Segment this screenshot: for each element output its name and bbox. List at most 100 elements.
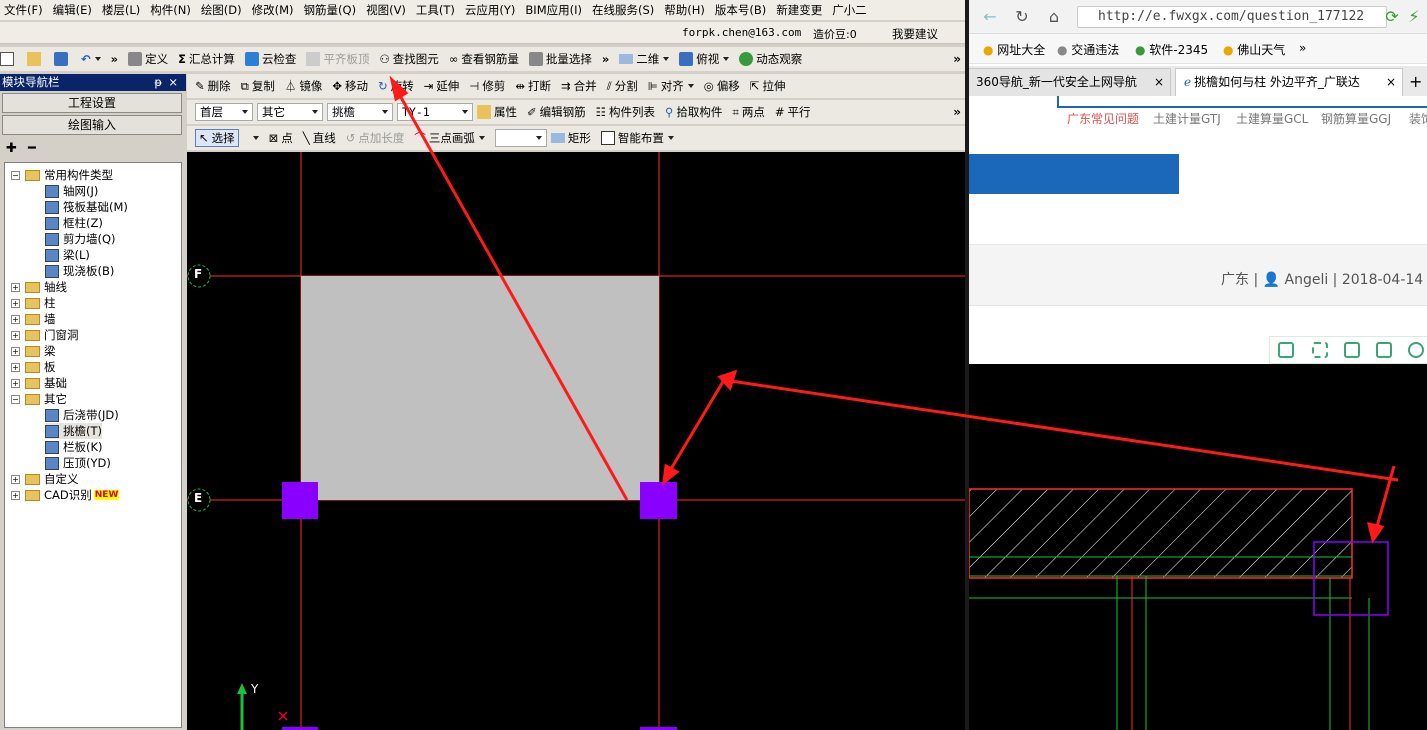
menu-item-9[interactable]: 云应用(Y) [465, 2, 516, 18]
rotate-button[interactable]: ↻ 旋转 [378, 78, 414, 94]
category-select[interactable]: 其它 [257, 103, 323, 121]
tree-item-other-1[interactable]: 挑檐(T) [45, 423, 102, 439]
home-icon[interactable]: ⌂ [1045, 8, 1063, 26]
tree-group-other[interactable]: − 其它 [11, 391, 67, 407]
toolbar3-overflow[interactable]: » [953, 105, 965, 119]
save-image-icon[interactable] [1344, 342, 1360, 358]
menu-item-7[interactable]: 视图(V) [366, 2, 406, 18]
new-file-button[interactable] [0, 52, 17, 66]
tree-item-common-1[interactable]: 筏板基础(M) [45, 199, 128, 215]
merge-button[interactable]: ⇉ 合并 [561, 78, 597, 94]
lightning-icon[interactable]: ⚡ [1405, 8, 1423, 26]
tree-group-custom[interactable]: + 自定义 [11, 471, 79, 487]
two-point-button[interactable]: ⌗ 两点 [732, 104, 764, 120]
tree-group-cad[interactable]: + CAD识别 NEW [11, 487, 120, 503]
arc3-tool-dropdown[interactable]: ⌒ 三点画弧 [414, 130, 485, 146]
back-icon[interactable]: ← [981, 8, 999, 26]
arc-option-select[interactable] [494, 129, 547, 147]
expand-toggle-icon[interactable]: − [11, 170, 20, 180]
suggest-link[interactable]: 我要建议 [892, 26, 938, 42]
undo-button[interactable]: ↶ [81, 52, 101, 66]
floor-select[interactable]: 首层 [195, 103, 253, 121]
expand-toggle-icon[interactable]: + [11, 490, 20, 500]
tree-group-6[interactable]: + 基础 [11, 375, 67, 391]
tree-item-common-3[interactable]: 剪力墙(Q) [45, 231, 116, 247]
define-button[interactable]: 定义 [128, 51, 168, 67]
stretch-button[interactable]: ⇱ 拉伸 [750, 78, 786, 94]
close-icon[interactable]: × [168, 74, 178, 91]
tree-group-0[interactable]: + 轴线 [11, 279, 67, 295]
expand-toggle-icon[interactable]: + [11, 314, 20, 324]
delete-button[interactable]: ✎ 删除 [187, 78, 231, 94]
menu-item-12[interactable]: 帮助(H) [664, 2, 705, 18]
project-settings-button[interactable]: 工程设置 [2, 93, 182, 113]
view-mode-dropdown[interactable]: 二维 [619, 51, 670, 67]
favorite-link-3[interactable]: ● 佛山天气 [1223, 41, 1285, 58]
fullscreen-icon[interactable] [1312, 342, 1328, 358]
menu-item-0[interactable]: 文件(F) [4, 2, 43, 18]
expand-toggle-icon[interactable]: − [11, 394, 20, 404]
favorite-link-1[interactable]: ● 交通违法 [1057, 41, 1119, 58]
tree-item-common-5[interactable]: 现浇板(B) [45, 263, 114, 279]
address-bar[interactable]: http://e.fwxgx.com/question_177122 [1077, 6, 1387, 28]
view-rebar-button[interactable]: ∞ 查看钢筋量 [449, 51, 519, 67]
menu-item-15[interactable]: 广小二 [832, 2, 867, 18]
favorite-link-2[interactable]: ● 软件-2345 [1135, 41, 1208, 58]
select-dropdown-arrow[interactable] [252, 136, 259, 140]
name-select[interactable]: TY-1 [397, 103, 473, 121]
expand-toggle-icon[interactable]: + [11, 282, 20, 292]
toolbar-overflow-1[interactable]: » [111, 52, 118, 66]
tree-item-other-2[interactable]: 栏板(K) [45, 439, 103, 455]
tree-item-common-0[interactable]: 轴网(J) [45, 183, 98, 199]
site-nav-link-4[interactable]: 装饰 [1409, 110, 1427, 127]
view-direction-dropdown[interactable]: 俯视 [679, 51, 730, 67]
favorites-overflow[interactable]: » [1299, 41, 1306, 55]
toolbar-overflow-2[interactable]: » [602, 52, 609, 66]
tree-group-1[interactable]: + 柱 [11, 295, 56, 311]
tree-group-4[interactable]: + 梁 [11, 343, 56, 359]
menu-item-1[interactable]: 编辑(E) [53, 2, 92, 18]
toolbar-overflow-3[interactable]: » [953, 52, 965, 66]
menu-item-6[interactable]: 钢筋量(Q) [304, 2, 357, 18]
tree-item-common-2[interactable]: 框柱(Z) [45, 215, 103, 231]
drawing-input-button[interactable]: 绘图输入 [2, 115, 182, 135]
dynamic-view-button[interactable]: 动态观察 [739, 51, 802, 67]
drawing-canvas[interactable]: F E Y [187, 152, 965, 730]
bookmark-icon[interactable] [1278, 342, 1294, 358]
expand-toggle-icon[interactable]: + [11, 362, 20, 372]
rect-tool-button[interactable]: 矩形 [550, 130, 591, 146]
expand-toggle-icon[interactable]: + [11, 346, 20, 356]
align-dropdown[interactable]: ⊫ 对齐 [648, 78, 694, 94]
menu-item-10[interactable]: BIM应用(I) [525, 2, 582, 18]
batch-select-button[interactable]: 批量选择 [528, 51, 592, 67]
site-nav-link-3[interactable]: 钢筋算量GGJ [1321, 110, 1391, 127]
parallel-button[interactable]: # 平行 [775, 104, 811, 120]
mirror-button[interactable]: ⏃ 镜像 [285, 78, 323, 94]
tab-close-icon[interactable]: × [1154, 69, 1164, 95]
expand-toggle-icon[interactable]: + [11, 330, 20, 340]
site-nav-link-2[interactable]: 土建算量GCL [1236, 110, 1308, 127]
refresh-icon[interactable]: ↻ [1013, 8, 1031, 26]
favorite-link-0[interactable]: ● 网址大全 [983, 41, 1045, 58]
sum-calc-button[interactable]: Σ 汇总计算 [178, 51, 235, 67]
find-element-button[interactable]: ⚇ 查找图元 [379, 51, 438, 67]
expand-toggle-icon[interactable]: + [11, 298, 20, 308]
site-nav-link-0[interactable]: 广东常见问题 [1067, 110, 1139, 127]
type-select[interactable]: 挑檐 [327, 103, 393, 121]
tree-item-common-4[interactable]: 梁(L) [45, 247, 90, 263]
tree-common-types[interactable]: − 常用构件类型 [11, 167, 113, 183]
tree-group-5[interactable]: + 板 [11, 359, 56, 375]
split-button[interactable]: ⫽ 分割 [607, 78, 638, 94]
security-icon[interactable]: ⟳ [1383, 8, 1401, 26]
menu-item-11[interactable]: 在线服务(S) [592, 2, 654, 18]
cloud-check-button[interactable]: 云检查 [244, 51, 296, 67]
tree-item-other-3[interactable]: 压顶(YD) [45, 455, 111, 471]
expand-toggle-icon[interactable]: + [11, 474, 20, 484]
menu-item-3[interactable]: 构件(N) [150, 2, 191, 18]
tab-question[interactable]: ℯ 挑檐如何与柱 外边平齐_广联达 × [1175, 68, 1403, 96]
settings-icon[interactable] [1408, 342, 1424, 358]
pick-component-button[interactable]: ⚲ 拾取构件 [665, 104, 722, 120]
tree-group-3[interactable]: + 门窗洞 [11, 327, 79, 343]
menu-item-8[interactable]: 工具(T) [416, 2, 455, 18]
new-tab-icon[interactable]: + [1409, 72, 1422, 91]
